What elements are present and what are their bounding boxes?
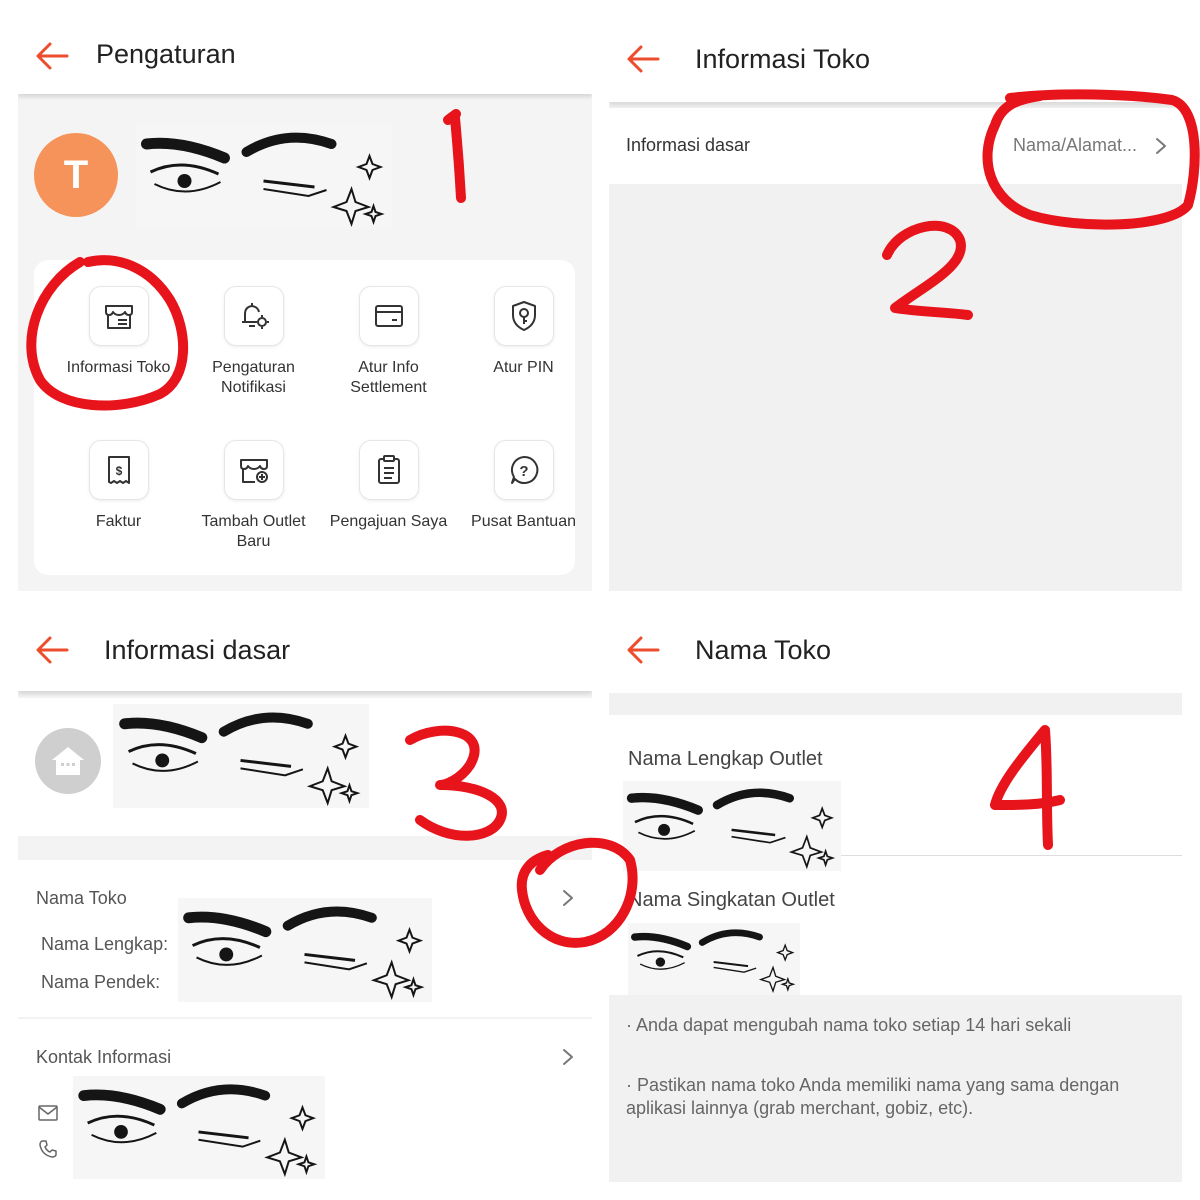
card-icon — [358, 286, 419, 346]
app-bar: Informasi dasar — [18, 609, 592, 691]
page-title: Nama Toko — [695, 635, 832, 665]
store-info-panel: Informasi Toko Informasi dasar Nama/Alam… — [609, 18, 1182, 591]
store-avatar[interactable] — [35, 728, 101, 794]
menu-item-informasi-toko[interactable]: Informasi Toko — [51, 286, 186, 378]
menu-item-label: Pusat Bantuan — [471, 513, 576, 530]
row-nama-toko[interactable]: Nama Toko Nama Lengkap: Nama Pendek: — [18, 860, 592, 1017]
app-bar: Pengaturan — [18, 18, 592, 94]
back-arrow-icon[interactable] — [625, 43, 661, 75]
menu-item-pengaturan-notifikasi[interactable]: Pengaturan Notifikasi — [186, 286, 321, 398]
back-arrow-icon[interactable] — [34, 634, 70, 666]
row-informasi-dasar[interactable]: Informasi dasar Nama/Alamat... — [609, 108, 1182, 184]
back-arrow-icon[interactable] — [625, 634, 661, 666]
row-value: Nama/Alamat... — [1013, 135, 1138, 155]
short-name-label: Nama Pendek: — [41, 972, 161, 992]
info-notes: · Anda dapat mengubah nama toko setiap 1… — [626, 1014, 1166, 1120]
chevron-right-icon — [561, 1047, 575, 1067]
page-title: Pengaturan — [96, 39, 236, 69]
store-name-panel: Nama Toko Nama Lengkap Outlet Nama Singk… — [609, 609, 1182, 1182]
menu-item-label: Tambah Outlet Baru — [201, 513, 306, 550]
menu-item-label: Pengajuan Saya — [329, 513, 448, 530]
note-item: · Pastikan nama toko Anda memiliki nama … — [626, 1075, 1120, 1118]
full-name-field-label: Nama Lengkap Outlet — [628, 748, 823, 770]
receipt-icon: $ — [88, 440, 149, 500]
page-title: Informasi dasar — [104, 635, 291, 665]
bell-gear-icon — [223, 286, 284, 346]
svg-text:?: ? — [519, 463, 528, 480]
app-bar: Informasi Toko — [609, 18, 1182, 102]
divider — [841, 855, 1182, 856]
house-icon — [52, 747, 84, 775]
mail-icon — [38, 1105, 58, 1121]
menu-item-atur-pin[interactable]: Atur PIN — [456, 286, 591, 378]
menu-item-label: Atur Info Settlement — [350, 359, 427, 396]
menu-item-label: Faktur — [95, 513, 142, 530]
redacted-contact-drawing — [73, 1076, 325, 1179]
store-name-form: Nama Lengkap Outlet Nama Singkatan Outle… — [609, 715, 1182, 995]
settings-panel: Pengaturan T Informasi Toko Pengaturan N… — [18, 18, 592, 591]
menu-item-pengajuan-saya[interactable]: Pengajuan Saya — [321, 440, 456, 532]
redacted-store-name-drawing — [113, 704, 369, 808]
menu-item-faktur[interactable]: $ Faktur — [51, 440, 186, 532]
page-title: Informasi Toko — [695, 44, 871, 74]
short-name-field-label: Nama Singkatan Outlet — [628, 889, 835, 911]
note-item: · Anda dapat mengubah nama toko setiap 1… — [626, 1015, 1072, 1035]
store-profile-row — [18, 698, 592, 836]
clipboard-icon — [358, 440, 419, 500]
full-name-field-value-drawing[interactable] — [623, 781, 841, 871]
menu-item-atur-info-settlement[interactable]: Atur Info Settlement — [321, 286, 456, 398]
menu-item-tambah-outlet-baru[interactable]: Tambah Outlet Baru — [186, 440, 321, 552]
app-bar: Nama Toko — [609, 609, 1182, 693]
chevron-right-icon — [1154, 136, 1168, 156]
row-kontak-informasi[interactable]: Kontak Informasi — [18, 1019, 592, 1182]
shield-key-icon — [493, 286, 554, 346]
menu-item-pusat-bantuan[interactable]: ? Pusat Bantuan — [456, 440, 591, 532]
store-add-icon — [223, 440, 284, 500]
svg-text:$: $ — [115, 464, 122, 478]
avatar[interactable]: T — [34, 133, 118, 217]
avatar-letter: T — [63, 152, 89, 197]
row-label: Informasi dasar — [626, 135, 751, 155]
redacted-store-name-drawing — [136, 124, 392, 229]
section-heading: Nama Toko — [36, 888, 127, 908]
full-name-label: Nama Lengkap: — [41, 934, 169, 954]
section-heading: Kontak Informasi — [36, 1047, 172, 1067]
short-name-field-value-drawing[interactable] — [628, 923, 800, 995]
menu-item-label: Informasi Toko — [66, 359, 171, 376]
settings-menu-card: Informasi Toko Pengaturan Notifikasi Atu… — [34, 260, 576, 575]
back-arrow-icon[interactable] — [34, 40, 70, 72]
menu-item-label: Pengaturan Notifikasi — [212, 359, 295, 396]
phone-icon — [39, 1140, 57, 1158]
store-icon — [88, 286, 149, 346]
basic-info-panel: Informasi dasar Nama Toko Nama Lengkap: … — [18, 609, 592, 1182]
help-icon: ? — [493, 440, 554, 500]
chevron-right-icon — [561, 888, 575, 908]
menu-item-label: Atur PIN — [493, 359, 554, 376]
redacted-store-name-drawing — [178, 898, 432, 1002]
